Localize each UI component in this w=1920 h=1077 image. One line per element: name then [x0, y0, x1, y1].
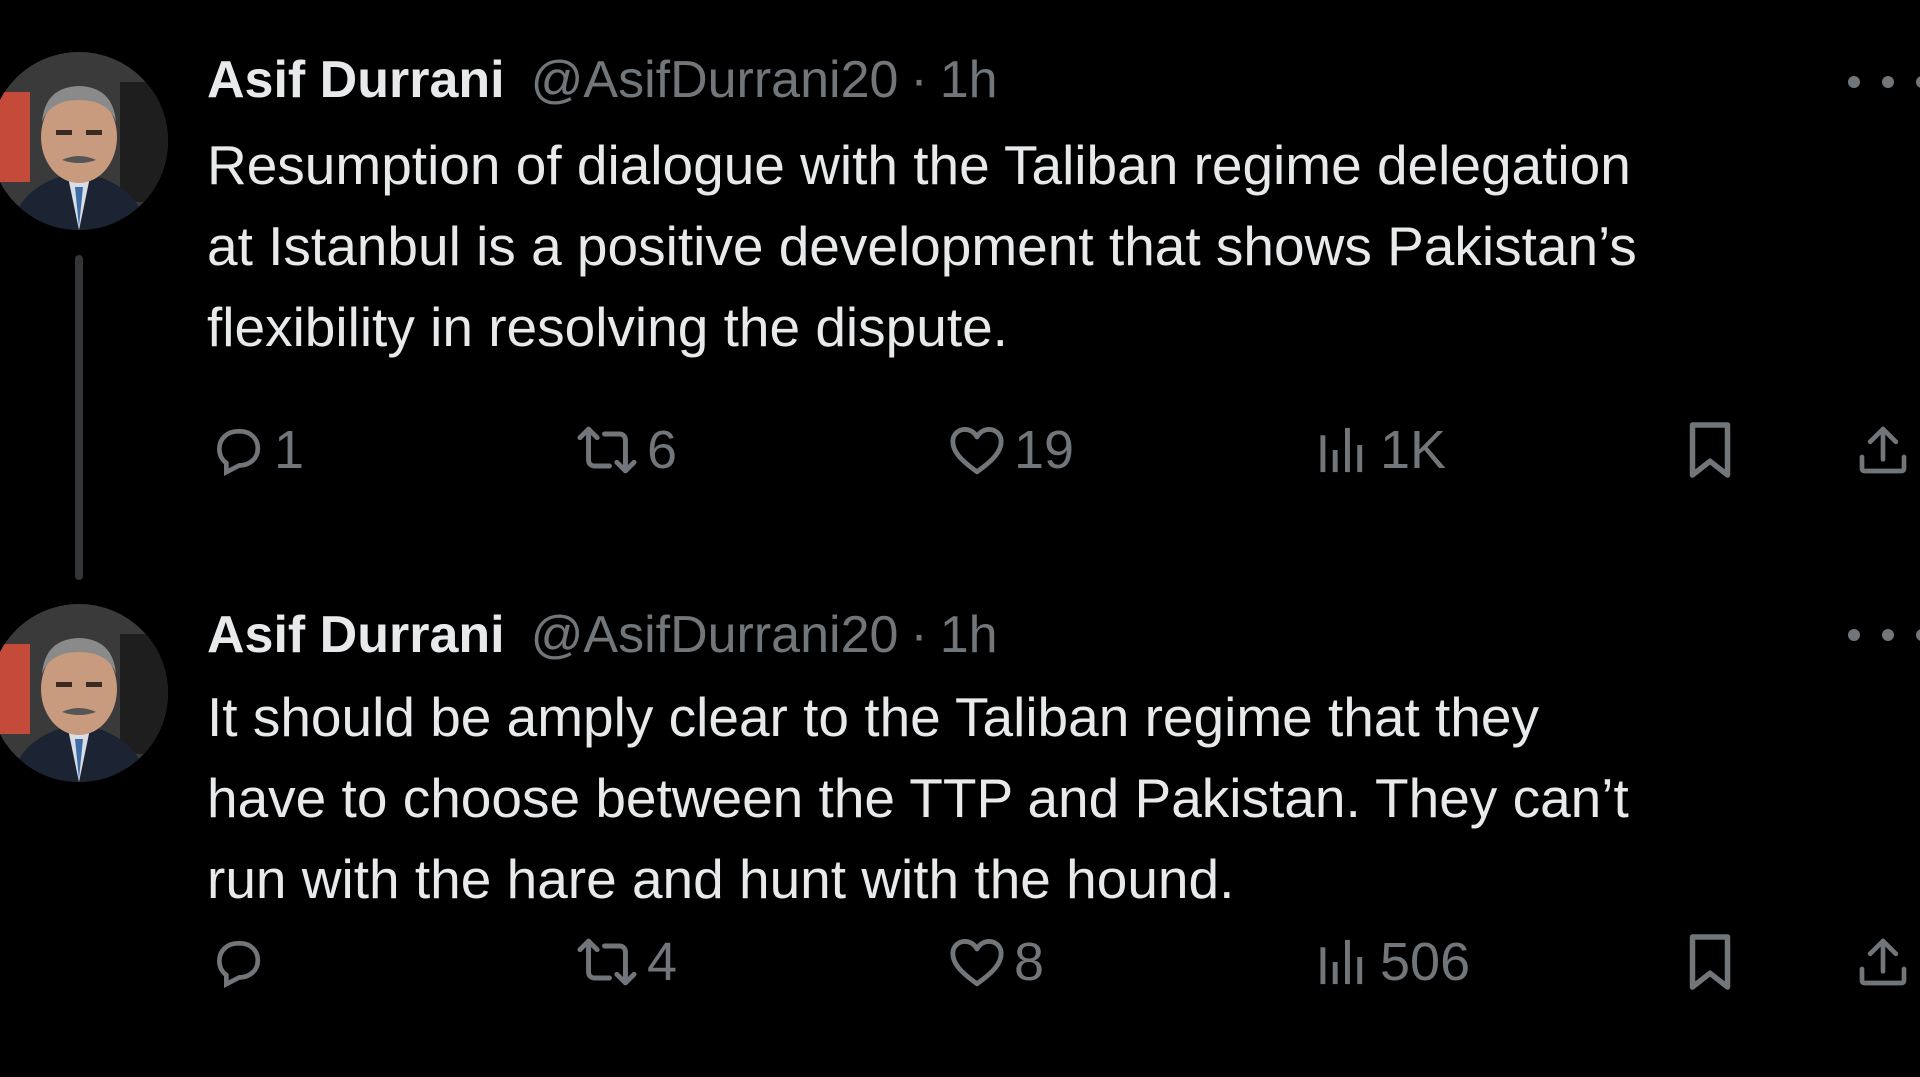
retweet-button[interactable]: 6 [575, 415, 677, 485]
heart-icon [948, 422, 1006, 478]
timestamp[interactable]: 1h [940, 48, 998, 112]
retweet-button[interactable]: 4 [575, 927, 677, 997]
views-button[interactable]: 506 [1318, 927, 1470, 997]
separator-dot: · [910, 606, 928, 664]
avatar-portrait [0, 604, 168, 782]
reply-button[interactable]: 1 [210, 415, 304, 485]
views-count: 1K [1380, 420, 1447, 480]
author-handle[interactable]: @AsifDurrani20 [531, 48, 899, 112]
views-chart-icon [1318, 937, 1372, 987]
avatar-portrait [0, 52, 168, 230]
tweet-text: Resumption of dialogue with the Taliban … [207, 134, 1637, 358]
retweet-icon [575, 934, 639, 990]
share-button[interactable] [1855, 415, 1911, 485]
bookmark-icon [1685, 932, 1735, 992]
avatar[interactable] [0, 52, 168, 230]
author-name[interactable]: Asif Durrani [207, 48, 505, 112]
views-button[interactable]: 1K [1318, 415, 1446, 485]
author-handle[interactable]: @AsifDurrani20 [531, 603, 899, 667]
reply-count: 1 [274, 420, 305, 480]
reply-button[interactable] [210, 927, 274, 997]
action-bar: 1 6 19 1K [0, 415, 1920, 485]
reply-icon [210, 934, 266, 990]
views-chart-icon [1318, 425, 1372, 475]
avatar[interactable] [0, 604, 168, 782]
bookmark-icon [1685, 420, 1735, 480]
author-name[interactable]: Asif Durrani [207, 603, 505, 667]
views-count: 506 [1380, 932, 1471, 992]
bookmark-button[interactable] [1685, 415, 1735, 485]
heart-icon [948, 934, 1006, 990]
timestamp[interactable]: 1h [940, 603, 998, 667]
like-count: 8 [1014, 932, 1045, 992]
tweet-text: It should be amply clear to the Taliban … [207, 686, 1629, 910]
tweet-header: Asif Durrani @AsifDurrani20 · 1h [207, 603, 998, 667]
action-bar: 4 8 506 [0, 927, 1920, 997]
tweet[interactable]: Asif Durrani @AsifDurrani20 · 1h Resumpt… [0, 0, 1920, 580]
separator-dot: · [910, 51, 928, 109]
reply-icon [210, 422, 266, 478]
share-icon [1855, 934, 1911, 990]
like-count: 19 [1014, 420, 1075, 480]
share-button[interactable] [1855, 927, 1911, 997]
tweet[interactable]: Asif Durrani @AsifDurrani20 · 1h It shou… [0, 560, 1920, 1077]
tweet-header: Asif Durrani @AsifDurrani20 · 1h [207, 48, 998, 112]
more-dots-icon[interactable] [1848, 62, 1920, 102]
retweet-count: 4 [647, 932, 678, 992]
retweet-icon [575, 422, 639, 478]
share-icon [1855, 422, 1911, 478]
retweet-count: 6 [647, 420, 678, 480]
more-dots-icon[interactable] [1848, 615, 1920, 655]
like-button[interactable]: 8 [948, 927, 1044, 997]
like-button[interactable]: 19 [948, 415, 1074, 485]
bookmark-button[interactable] [1685, 927, 1735, 997]
